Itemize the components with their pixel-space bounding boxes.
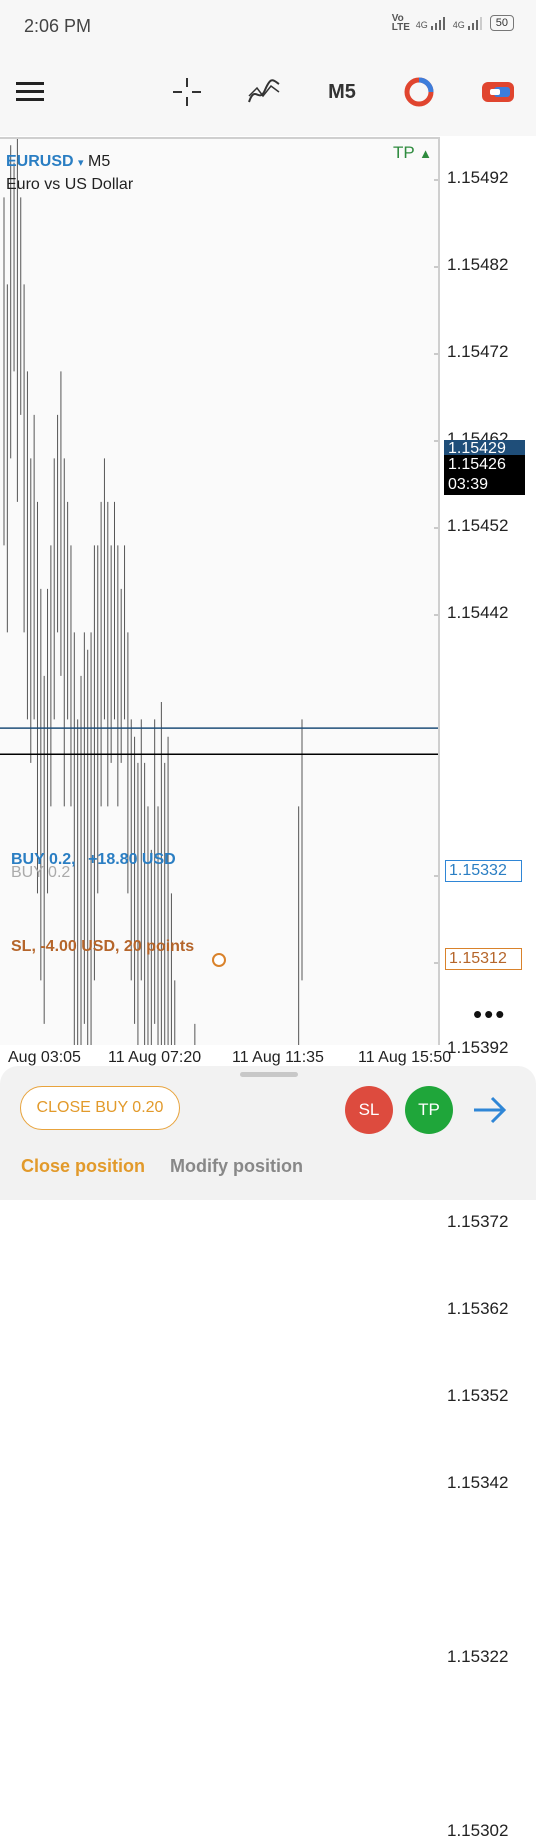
price-tick: 1.15352 <box>447 1386 509 1405</box>
price-chart[interactable] <box>0 139 438 1045</box>
tab-modify-position[interactable]: Modify position <box>170 1156 303 1177</box>
time-tick: 11 Aug 11:35 <box>232 1049 324 1066</box>
price-tick: 1.15442 <box>447 603 509 622</box>
position-sheet: CLOSE BUY 0.20 SL TP Close position Modi… <box>0 1066 536 1200</box>
sl-price-tag[interactable]: 1.15312 <box>445 948 522 970</box>
price-tick: 1.15372 <box>447 1212 509 1231</box>
chart-area[interactable]: EURUSD ▾ M5 Euro vs US Dollar TP ▲ BUY 0… <box>0 137 440 1045</box>
status-icons: Vo LTE 4G 4G 50 <box>391 13 514 33</box>
toolbar: M5 <box>0 56 536 136</box>
price-tick: 1.15492 <box>447 168 509 187</box>
sl-price-value: 1.15312 <box>449 950 507 967</box>
network-icon-2: 4G <box>453 16 482 30</box>
buy-price-value: 1.15332 <box>449 862 507 879</box>
tp-label: TP <box>393 143 415 162</box>
tp-button[interactable]: TP <box>405 1086 453 1134</box>
ask-price-value: 1.15426 <box>448 456 506 473</box>
symbol-name[interactable]: EURUSD <box>6 153 74 170</box>
arrow-right-icon[interactable] <box>470 1092 510 1128</box>
close-position-button[interactable]: CLOSE BUY 0.20 <box>20 1086 180 1130</box>
price-tick: 1.15482 <box>447 255 509 274</box>
signal-bars-icon <box>430 17 445 30</box>
tab-close-position[interactable]: Close position <box>21 1156 145 1177</box>
battery-level: 50 <box>495 17 508 29</box>
price-tick: 1.15342 <box>447 1473 509 1492</box>
price-axis[interactable]: 1.15492 1.15482 1.15472 1.15462 1.15452 1.154… <box>441 137 536 1840</box>
menu-icon[interactable] <box>8 70 52 114</box>
more-dots-icon[interactable]: ••• <box>473 1001 506 1027</box>
symbol-header[interactable]: EURUSD ▾ M5 <box>6 153 110 171</box>
tp-arrow-icon: ▲ <box>419 146 433 161</box>
buy-price-tag[interactable]: 1.15332 <box>445 860 522 882</box>
price-tick: 1.15302 <box>447 1821 509 1840</box>
price-tick: 1.15472 <box>447 342 509 361</box>
price-tick: 1.15362 <box>447 1299 509 1318</box>
sl-drag-handle[interactable] <box>212 953 226 967</box>
time-tick: Aug 03:05 <box>8 1049 81 1066</box>
time-tick: 11 Aug 07:20 <box>108 1049 202 1066</box>
price-tick: 1.15322 <box>447 1647 509 1666</box>
buy-profit: +18.80 USD <box>88 851 176 868</box>
volte-label: Vo LTE <box>391 13 410 33</box>
price-tick: 1.15452 <box>447 516 509 535</box>
status-bar: 2:06 PM Vo LTE 4G 4G 50 <box>0 0 536 56</box>
tp-indicator[interactable]: TP ▲ <box>393 143 432 163</box>
status-time: 2:06 PM <box>24 16 92 36</box>
symbol-timeframe: M5 <box>88 153 111 170</box>
ask-price-tag: 1.15426 03:39 <box>444 455 525 495</box>
network-icon: 4G <box>416 16 445 30</box>
sl-button[interactable]: SL <box>345 1086 393 1134</box>
indicators-icon[interactable] <box>242 70 286 114</box>
bar-countdown: 03:39 <box>448 476 489 493</box>
trade-icon[interactable] <box>476 70 520 114</box>
sheet-drag-handle[interactable] <box>240 1072 298 1077</box>
crosshair-icon[interactable] <box>165 70 209 114</box>
buy-position-label[interactable]: BUY 0.2, +18.80 USD <box>11 851 176 869</box>
symbol-description: Euro vs US Dollar <box>6 176 134 193</box>
history-icon[interactable] <box>397 70 441 114</box>
timeframe-button[interactable]: M5 <box>320 70 364 114</box>
symbol-dropdown-icon[interactable]: ▾ <box>78 157 84 169</box>
buy-volume: BUY 0.2, <box>11 851 76 868</box>
signal-bars-icon-2 <box>467 17 482 30</box>
battery-icon: 50 <box>489 15 514 31</box>
time-tick: 11 Aug 15:50 <box>358 1049 452 1066</box>
sl-label[interactable]: SL, -4.00 USD, 20 points <box>11 938 194 956</box>
